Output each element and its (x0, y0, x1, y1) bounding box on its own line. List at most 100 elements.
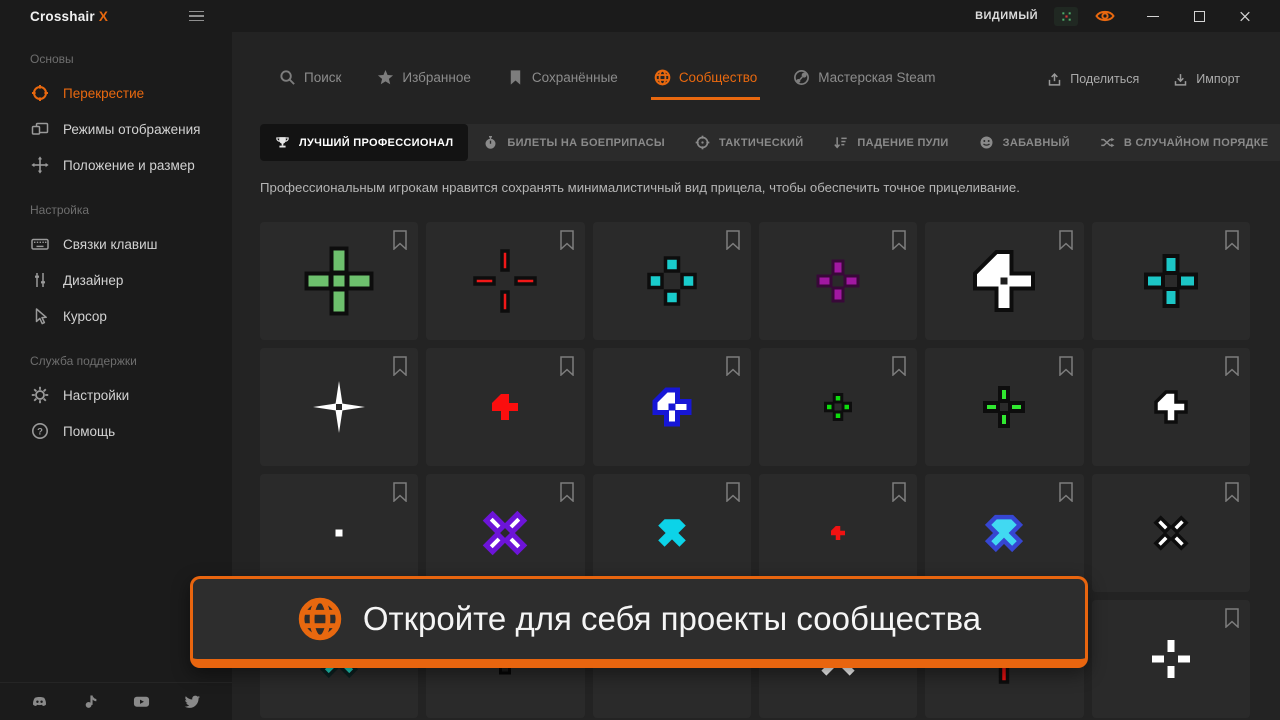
discord-icon[interactable] (31, 693, 48, 710)
close-button[interactable] (1238, 9, 1252, 23)
crosshair-preview (613, 222, 731, 340)
crosshair-card[interactable] (593, 348, 751, 466)
gear-icon (30, 386, 50, 404)
minimize-button[interactable] (1146, 9, 1160, 23)
sidebar-social (0, 682, 232, 720)
sidebar-item-курсор[interactable]: Курсор (0, 298, 232, 334)
bookmark-icon[interactable] (725, 482, 741, 502)
filter-лучший-профессионал[interactable]: ЛУЧШИЙ ПРОФЕССИОНАЛ (260, 124, 468, 161)
stopwatch-icon (483, 135, 498, 150)
crosshair-card[interactable] (260, 348, 418, 466)
bookmark-icon[interactable] (559, 482, 575, 502)
sidebar-item-связки-клавиш[interactable]: Связки клавиш (0, 226, 232, 262)
crosshair-card[interactable] (1092, 222, 1250, 340)
tab-label: Мастерская Steam (818, 70, 935, 85)
filter-падение-пули[interactable]: ПАДЕНИЕ ПУЛИ (818, 124, 963, 161)
menu-icon[interactable] (189, 11, 204, 22)
sidebar-item-дизайнер[interactable]: Дизайнер (0, 262, 232, 298)
crosshair-card[interactable] (426, 474, 584, 592)
bookmark-icon[interactable] (559, 230, 575, 250)
tab-избранное[interactable]: Избранное (374, 58, 473, 100)
sidebar-section-label: Служба поддержки (0, 334, 232, 377)
keyboard-icon (30, 235, 50, 253)
crosshair-card[interactable] (759, 348, 917, 466)
crosshair-preview (446, 348, 564, 466)
crosshair-scope-icon (30, 84, 50, 102)
twitter-icon[interactable] (184, 693, 201, 710)
bookmark-icon[interactable] (1224, 356, 1240, 376)
crosshair-card[interactable] (593, 474, 751, 592)
sidebar-item-настройки[interactable]: Настройки (0, 377, 232, 413)
bookmark-icon[interactable] (725, 356, 741, 376)
bookmark-icon[interactable] (392, 356, 408, 376)
bookmark-icon[interactable] (559, 356, 575, 376)
bookmark-icon[interactable] (891, 230, 907, 250)
filter-label: В СЛУЧАЙНОМ ПОРЯДКЕ (1124, 137, 1269, 149)
youtube-icon[interactable] (133, 693, 150, 710)
community-banner[interactable]: Откройте для себя проекты сообщества (190, 576, 1088, 668)
crosshair-card[interactable] (1092, 348, 1250, 466)
bookmark-icon[interactable] (1058, 356, 1074, 376)
tab-сообщество[interactable]: Сообщество (651, 58, 760, 100)
crosshair-preview (1112, 600, 1230, 718)
bookmark-icon[interactable] (891, 356, 907, 376)
bookmark-icon[interactable] (1224, 230, 1240, 250)
filter-билеты-на-боеприпасы[interactable]: БИЛЕТЫ НА БОЕПРИПАСЫ (468, 124, 680, 161)
eye-icon[interactable] (1094, 5, 1116, 27)
action-label: Импорт (1196, 72, 1240, 86)
tiktok-icon[interactable] (82, 693, 99, 710)
sidebar-item-режимы-отображения[interactable]: Режимы отображения (0, 111, 232, 147)
crosshair-card[interactable] (925, 348, 1083, 466)
tab-поиск[interactable]: Поиск (276, 58, 344, 100)
sidebar-item-label: Связки клавиш (63, 237, 157, 252)
crosshair-card[interactable] (593, 222, 751, 340)
sidebar-section: НастройкаСвязки клавишДизайнерКурсор (0, 183, 232, 334)
crosshair-card[interactable] (759, 222, 917, 340)
filter-забавный[interactable]: ЗАБАВНЫЙ (964, 124, 1085, 161)
display-modes-icon (30, 120, 50, 138)
crosshair-card[interactable] (426, 222, 584, 340)
crosshair-preview (280, 474, 398, 592)
crosshair-card[interactable] (925, 474, 1083, 592)
filter-в-случайном-порядке[interactable]: В СЛУЧАЙНОМ ПОРЯДКЕ (1085, 124, 1280, 161)
crosshair-card[interactable] (260, 474, 418, 592)
bookmark-icon[interactable] (1058, 482, 1074, 502)
maximize-button[interactable] (1192, 9, 1206, 23)
crosshair-preview (280, 222, 398, 340)
crosshair-preview (1112, 474, 1230, 592)
bookmark-icon[interactable] (891, 482, 907, 502)
bookmark-icon[interactable] (725, 230, 741, 250)
tab-мастерская-steam[interactable]: Мастерская Steam (790, 58, 938, 100)
sidebar-item-label: Перекрестие (63, 86, 144, 101)
move-icon (30, 156, 50, 174)
import-button[interactable]: Импорт (1173, 58, 1240, 100)
bookmark-icon[interactable] (1224, 608, 1240, 628)
bookmark-icon (507, 69, 524, 86)
bookmark-icon[interactable] (1058, 230, 1074, 250)
crosshair-card[interactable] (1092, 474, 1250, 592)
tab-сохранённые[interactable]: Сохранённые (504, 58, 621, 100)
bookmark-icon[interactable] (392, 482, 408, 502)
filterbar: ЛУЧШИЙ ПРОФЕССИОНАЛ БИЛЕТЫ НА БОЕПРИПАСЫТ… (260, 124, 1280, 161)
tabbar: Поиск Избранное Сохранённые Сообщество Масте… (232, 58, 1280, 100)
share-button[interactable]: Поделиться (1047, 58, 1139, 100)
crosshair-card[interactable] (925, 222, 1083, 340)
tab-label: Избранное (402, 70, 470, 85)
crosshair-card[interactable] (260, 222, 418, 340)
bookmark-icon[interactable] (1224, 482, 1240, 502)
crosshair-card[interactable] (426, 348, 584, 466)
crosshair-card[interactable] (759, 474, 917, 592)
filter-label: ЛУЧШИЙ ПРОФЕССИОНАЛ (299, 137, 453, 149)
import-icon (1173, 72, 1188, 87)
sidebar-item-положение-и-размер[interactable]: Положение и размер (0, 147, 232, 183)
crosshair-card[interactable] (1092, 600, 1250, 718)
smiley-icon (979, 135, 994, 150)
sidebar-item-перекрестие[interactable]: Перекрестие (0, 75, 232, 111)
tab-label: Поиск (304, 70, 341, 85)
sidebar-item-помощь[interactable]: ?Помощь (0, 413, 232, 449)
crosshair-preview (779, 474, 897, 592)
bookmark-icon[interactable] (392, 230, 408, 250)
crosshair-preview-icon[interactable] (1054, 7, 1078, 26)
filter-label: ЗАБАВНЫЙ (1003, 137, 1070, 149)
filter-тактический[interactable]: ТАКТИЧЕСКИЙ (680, 124, 818, 161)
